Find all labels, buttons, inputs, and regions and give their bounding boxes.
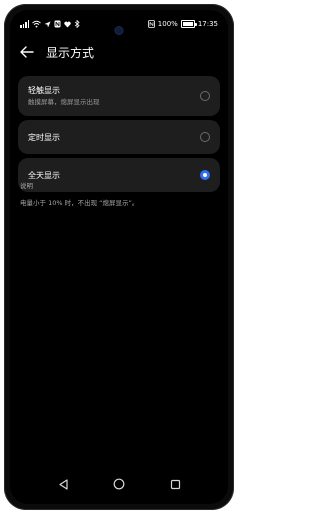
triangle-back-icon[interactable] [55,476,71,492]
option-title: 全天显示 [28,170,60,180]
phone-frame: 100% 17:35 显示方式 轻触显示 触摸屏幕，熄屏显示出现 定时显示 全天… [4,4,234,510]
status-time: 17:35 [197,20,218,28]
back-arrow-icon[interactable] [18,43,36,61]
radio-button-selected[interactable] [200,170,210,180]
option-text: 轻触显示 触摸屏幕，熄屏显示出现 [28,85,100,107]
heart-icon [64,21,71,27]
circle-home-icon[interactable] [111,476,127,492]
info-label: 说明 [20,182,33,190]
info-text: 电量小于 10% 时，不出现 “熄屏显示”。 [20,199,139,207]
nfc-icon [147,20,155,28]
option-title: 定时显示 [28,132,60,142]
option-row: 全天显示 [28,158,210,192]
square-recents-icon[interactable] [167,476,183,492]
status-bar: 100% 17:35 [20,18,218,34]
option-all-day[interactable]: 全天显示 [18,158,220,192]
front-camera [115,27,123,34]
navigation-bar [10,472,228,496]
battery-icon [180,20,197,28]
nfc-icon [54,20,61,28]
status-right: 100% 17:35 [147,18,218,30]
option-row: 轻触显示 触摸屏幕，熄屏显示出现 [28,76,210,116]
option-scheduled[interactable]: 定时显示 [18,120,220,154]
radio-button[interactable] [200,132,210,142]
wifi-icon [32,20,41,28]
header: 显示方式 [18,40,220,64]
bluetooth-icon [74,20,80,28]
status-left [20,20,80,28]
option-tap-to-show[interactable]: 轻触显示 触摸屏幕，熄屏显示出现 [18,76,220,116]
battery-percent: 100% [157,20,178,28]
option-row: 定时显示 [28,120,210,154]
option-title: 轻触显示 [28,86,60,95]
option-text: 全天显示 [28,170,60,181]
screen: 100% 17:35 显示方式 轻触显示 触摸屏幕，熄屏显示出现 定时显示 全天… [10,10,228,504]
page-title: 显示方式 [46,45,95,60]
location-arrow-icon [44,21,51,27]
radio-button[interactable] [200,91,210,101]
signal-icon [20,20,29,28]
option-subtitle: 触摸屏幕，熄屏显示出现 [28,98,100,106]
option-text: 定时显示 [28,132,60,143]
